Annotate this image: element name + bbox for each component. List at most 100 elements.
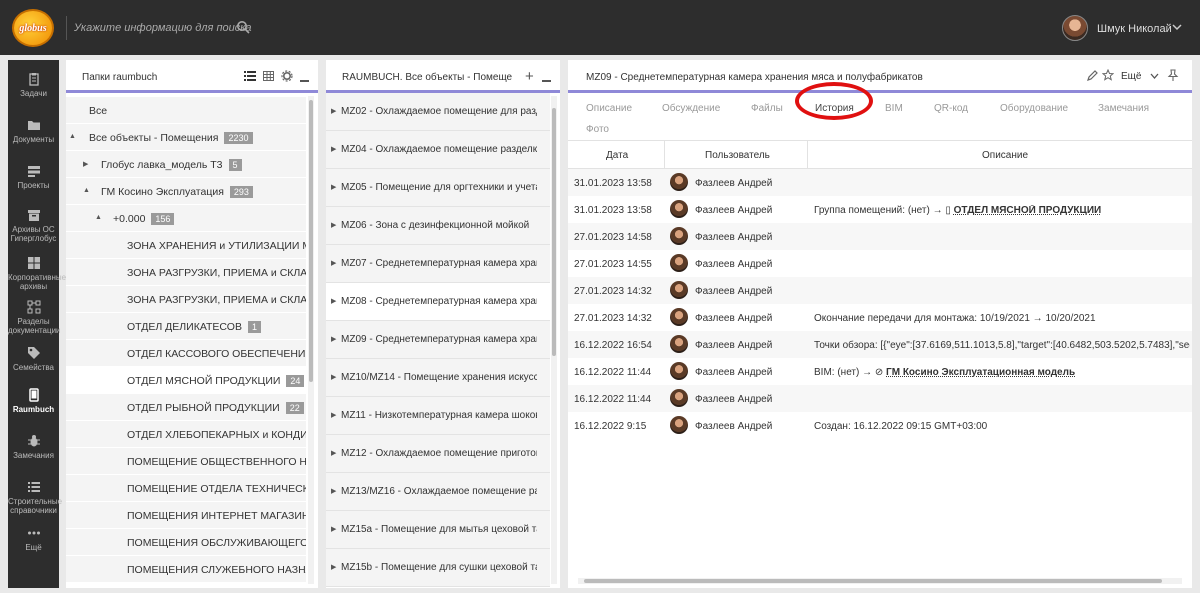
tree-item[interactable]: ОТДЕЛ МЯСНОЙ ПРОДУКЦИИ 24 <box>66 367 306 393</box>
table-row[interactable]: 31.01.2023 13:58 Фазлеев Андрей <box>568 169 1192 196</box>
tab-1[interactable]: Обсуждение <box>662 103 720 114</box>
expand-icon[interactable]: ▶ <box>331 335 336 343</box>
row-user[interactable]: Фазлеев Андрей <box>695 394 772 405</box>
table-view-icon[interactable] <box>263 71 274 81</box>
object-list-item[interactable]: ▶ MZ08 - Среднетемпературная камера хране… <box>326 283 550 321</box>
table-row[interactable]: 16.12.2022 11:44 Фазлеев Андрей <box>568 385 1192 412</box>
tree-item[interactable]: ПОМЕЩЕНИЯ СЛУЖЕБНОГО НАЗНАЧЕНИЯ <box>66 556 306 582</box>
column-description[interactable]: Описание <box>982 150 1028 161</box>
expand-icon[interactable]: ▶ <box>331 107 336 115</box>
nav-item-7[interactable]: Raumbuch <box>8 388 59 414</box>
object-list-item[interactable]: ▶ MZ02 - Охлаждаемое помещение для раздел… <box>326 93 550 131</box>
expand-icon[interactable]: ▶ <box>331 183 336 191</box>
expand-icon[interactable]: ▶ <box>331 221 336 229</box>
tree-item[interactable]: ПОМЕЩЕНИЯ ОБСЛУЖИВАЮЩЕГО ПЕРСОНАЛА <box>66 529 306 555</box>
object-list-item[interactable]: ▶ MZ10/MZ14 - Помещение хранения искусств… <box>326 359 550 397</box>
expand-icon[interactable]: ▶ <box>331 563 336 571</box>
chevron-down-icon[interactable] <box>1150 72 1159 80</box>
user-avatar[interactable] <box>1062 15 1088 41</box>
objects-scroll-thumb[interactable] <box>552 108 556 356</box>
tree-item[interactable]: ЗОНА РАЗГРУЗКИ, ПРИЕМА и СКЛАДИРОВАНИЯ <box>66 259 306 285</box>
expand-icon[interactable]: ▶ <box>331 487 336 495</box>
table-row[interactable]: 27.01.2023 14:32 Фазлеев Андрей Окончание … <box>568 304 1192 331</box>
search-icon[interactable] <box>236 20 250 34</box>
object-list-item[interactable]: ▶ MZ11 - Низкотемпературная камера шоково… <box>326 397 550 435</box>
table-row[interactable]: 27.01.2023 14:58 Фазлеев Андрей <box>568 223 1192 250</box>
nav-item-6[interactable]: Семейства <box>8 346 59 372</box>
history-h-scroll-thumb[interactable] <box>584 579 1162 583</box>
star-icon[interactable] <box>1102 69 1114 81</box>
tree-item[interactable]: ПОМЕЩЕНИЕ ОТДЕЛА ТЕХНИЧЕСКОЙ <box>66 475 306 501</box>
object-list-item[interactable]: ▶ MZ15b - Помещение для сушки цеховой тар… <box>326 549 550 587</box>
table-row[interactable]: 27.01.2023 14:55 Фазлеев Андрей <box>568 250 1192 277</box>
tree-item[interactable]: ЗОНА ХРАНЕНИЯ и УТИЛИЗАЦИИ МУСОРА <box>66 232 306 258</box>
column-user[interactable]: Пользователь <box>705 150 770 161</box>
minimize-icon[interactable] <box>300 80 309 82</box>
row-user[interactable]: Фазлеев Андрей <box>695 178 772 189</box>
collapse-icon[interactable]: ▲ <box>95 214 102 221</box>
gear-icon[interactable] <box>281 70 293 82</box>
description-link[interactable]: ОТДЕЛ МЯСНОЙ ПРОДУКЦИИ <box>954 205 1102 216</box>
object-list-item[interactable]: ▶ MZ09 - Среднетемпературная камера хране… <box>326 321 550 359</box>
tab-6[interactable]: Оборудование <box>1000 103 1068 114</box>
tree-item[interactable]: ПОМЕЩЕНИЯ ИНТЕРНЕТ МАГАЗИНА <box>66 502 306 528</box>
tree-item[interactable]: Все <box>66 97 306 123</box>
expand-icon[interactable]: ▶ <box>331 411 336 419</box>
row-user[interactable]: Фазлеев Андрей <box>695 367 772 378</box>
nav-item-8[interactable]: Замечания <box>8 434 59 460</box>
expand-icon[interactable]: ▶ <box>331 525 336 533</box>
nav-item-10[interactable]: Ещё <box>8 526 59 552</box>
expand-icon[interactable]: ▶ <box>331 297 336 305</box>
row-user[interactable]: Фазлеев Андрей <box>695 259 772 270</box>
object-list-item[interactable]: ▶ MZ15a - Помещение для мытья цеховой тар… <box>326 511 550 549</box>
tab-0[interactable]: Описание <box>586 103 632 114</box>
tree-item[interactable]: ОТДЕЛ ДЕЛИКАТЕСОВ 1 <box>66 313 306 339</box>
folders-scroll-thumb[interactable] <box>309 100 313 382</box>
object-list-item[interactable]: ▶ MZ07 - Среднетемпературная камера хране… <box>326 245 550 283</box>
table-row[interactable]: 16.12.2022 16:54 Фазлеев Андрей Точки обзо… <box>568 331 1192 358</box>
nav-item-3[interactable]: Архивы ОС Гиперглобус <box>8 208 59 243</box>
object-list-item[interactable]: ▶ MZ04 - Охлаждаемое помещение разделки <box>326 131 550 169</box>
object-list-item[interactable]: ▶ MZ13/MZ16 - Охлаждаемое помещение разде… <box>326 473 550 511</box>
list-view-icon[interactable] <box>244 71 256 81</box>
nav-item-4[interactable]: Корпоративные архивы <box>8 256 66 291</box>
expand-icon[interactable]: ▶ <box>331 145 336 153</box>
tab-5[interactable]: QR-код <box>934 103 968 114</box>
description-link[interactable]: ГМ Косино Эксплуатационная модель <box>886 367 1075 378</box>
row-user[interactable]: Фазлеев Андрей <box>695 313 772 324</box>
expand-icon[interactable]: ▶ <box>331 259 336 267</box>
collapse-icon[interactable]: ▲ <box>83 187 90 194</box>
minimize-icon[interactable] <box>542 80 551 82</box>
tree-item[interactable]: ПОМЕЩЕНИЕ ОБЩЕСТВЕННОГО НАЗНАЧЕНИЯ <box>66 448 306 474</box>
collapse-icon[interactable]: ▲ <box>69 133 76 140</box>
table-row[interactable]: 16.12.2022 9:15 Фазлеев Андрей Создан: 16.… <box>568 412 1192 439</box>
tab-7[interactable]: Замечания <box>1098 103 1149 114</box>
tab-4[interactable]: BIM <box>885 103 903 114</box>
table-row[interactable]: 27.01.2023 14:32 Фазлеев Андрей <box>568 277 1192 304</box>
object-list-item[interactable]: ▶ MZ05 - Помещение для оргтехники и учета <box>326 169 550 207</box>
nav-item-1[interactable]: Документы <box>8 118 59 144</box>
row-user[interactable]: Фазлеев Андрей <box>695 421 772 432</box>
row-user[interactable]: Фазлеев Андрей <box>695 232 772 243</box>
nav-item-9[interactable]: Строительные справочники <box>8 480 62 515</box>
tree-item[interactable]: ▲ ГМ Косино Эксплуатация 293 <box>66 178 306 204</box>
more-menu[interactable]: Ещё <box>1121 71 1141 82</box>
user-name[interactable]: Шмук Николай <box>1097 23 1172 35</box>
tree-item[interactable]: ▲ Все объекты - Помещения 2230 <box>66 124 306 150</box>
expand-icon[interactable]: ▶ <box>331 449 336 457</box>
column-date[interactable]: Дата <box>606 150 628 161</box>
add-icon[interactable]: + <box>525 68 534 85</box>
tab-2[interactable]: Файлы <box>751 103 783 114</box>
row-user[interactable]: Фазлеев Андрей <box>695 205 772 216</box>
expand-icon[interactable]: ▶ <box>83 160 88 168</box>
nav-item-2[interactable]: Проекты <box>8 164 59 190</box>
globus-logo[interactable]: globus <box>12 9 54 47</box>
edit-icon[interactable] <box>1087 70 1098 81</box>
object-list-item[interactable]: ▶ MZ12 - Охлаждаемое помещение приготовле… <box>326 435 550 473</box>
tab-8[interactable]: Фото <box>586 124 609 135</box>
nav-item-0[interactable]: Задачи <box>8 72 59 98</box>
expand-icon[interactable]: ▶ <box>331 373 336 381</box>
tree-item[interactable]: ЗОНА РАЗГРУЗКИ, ПРИЕМА и СКЛАДИРОВАНИЯ <box>66 286 306 312</box>
tree-item[interactable]: ОТДЕЛ ХЛЕБОПЕКАРНЫХ и КОНДИТЕРСКИХ <box>66 421 306 447</box>
tree-item[interactable]: ОТДЕЛ РЫБНОЙ ПРОДУКЦИИ 22 <box>66 394 306 420</box>
